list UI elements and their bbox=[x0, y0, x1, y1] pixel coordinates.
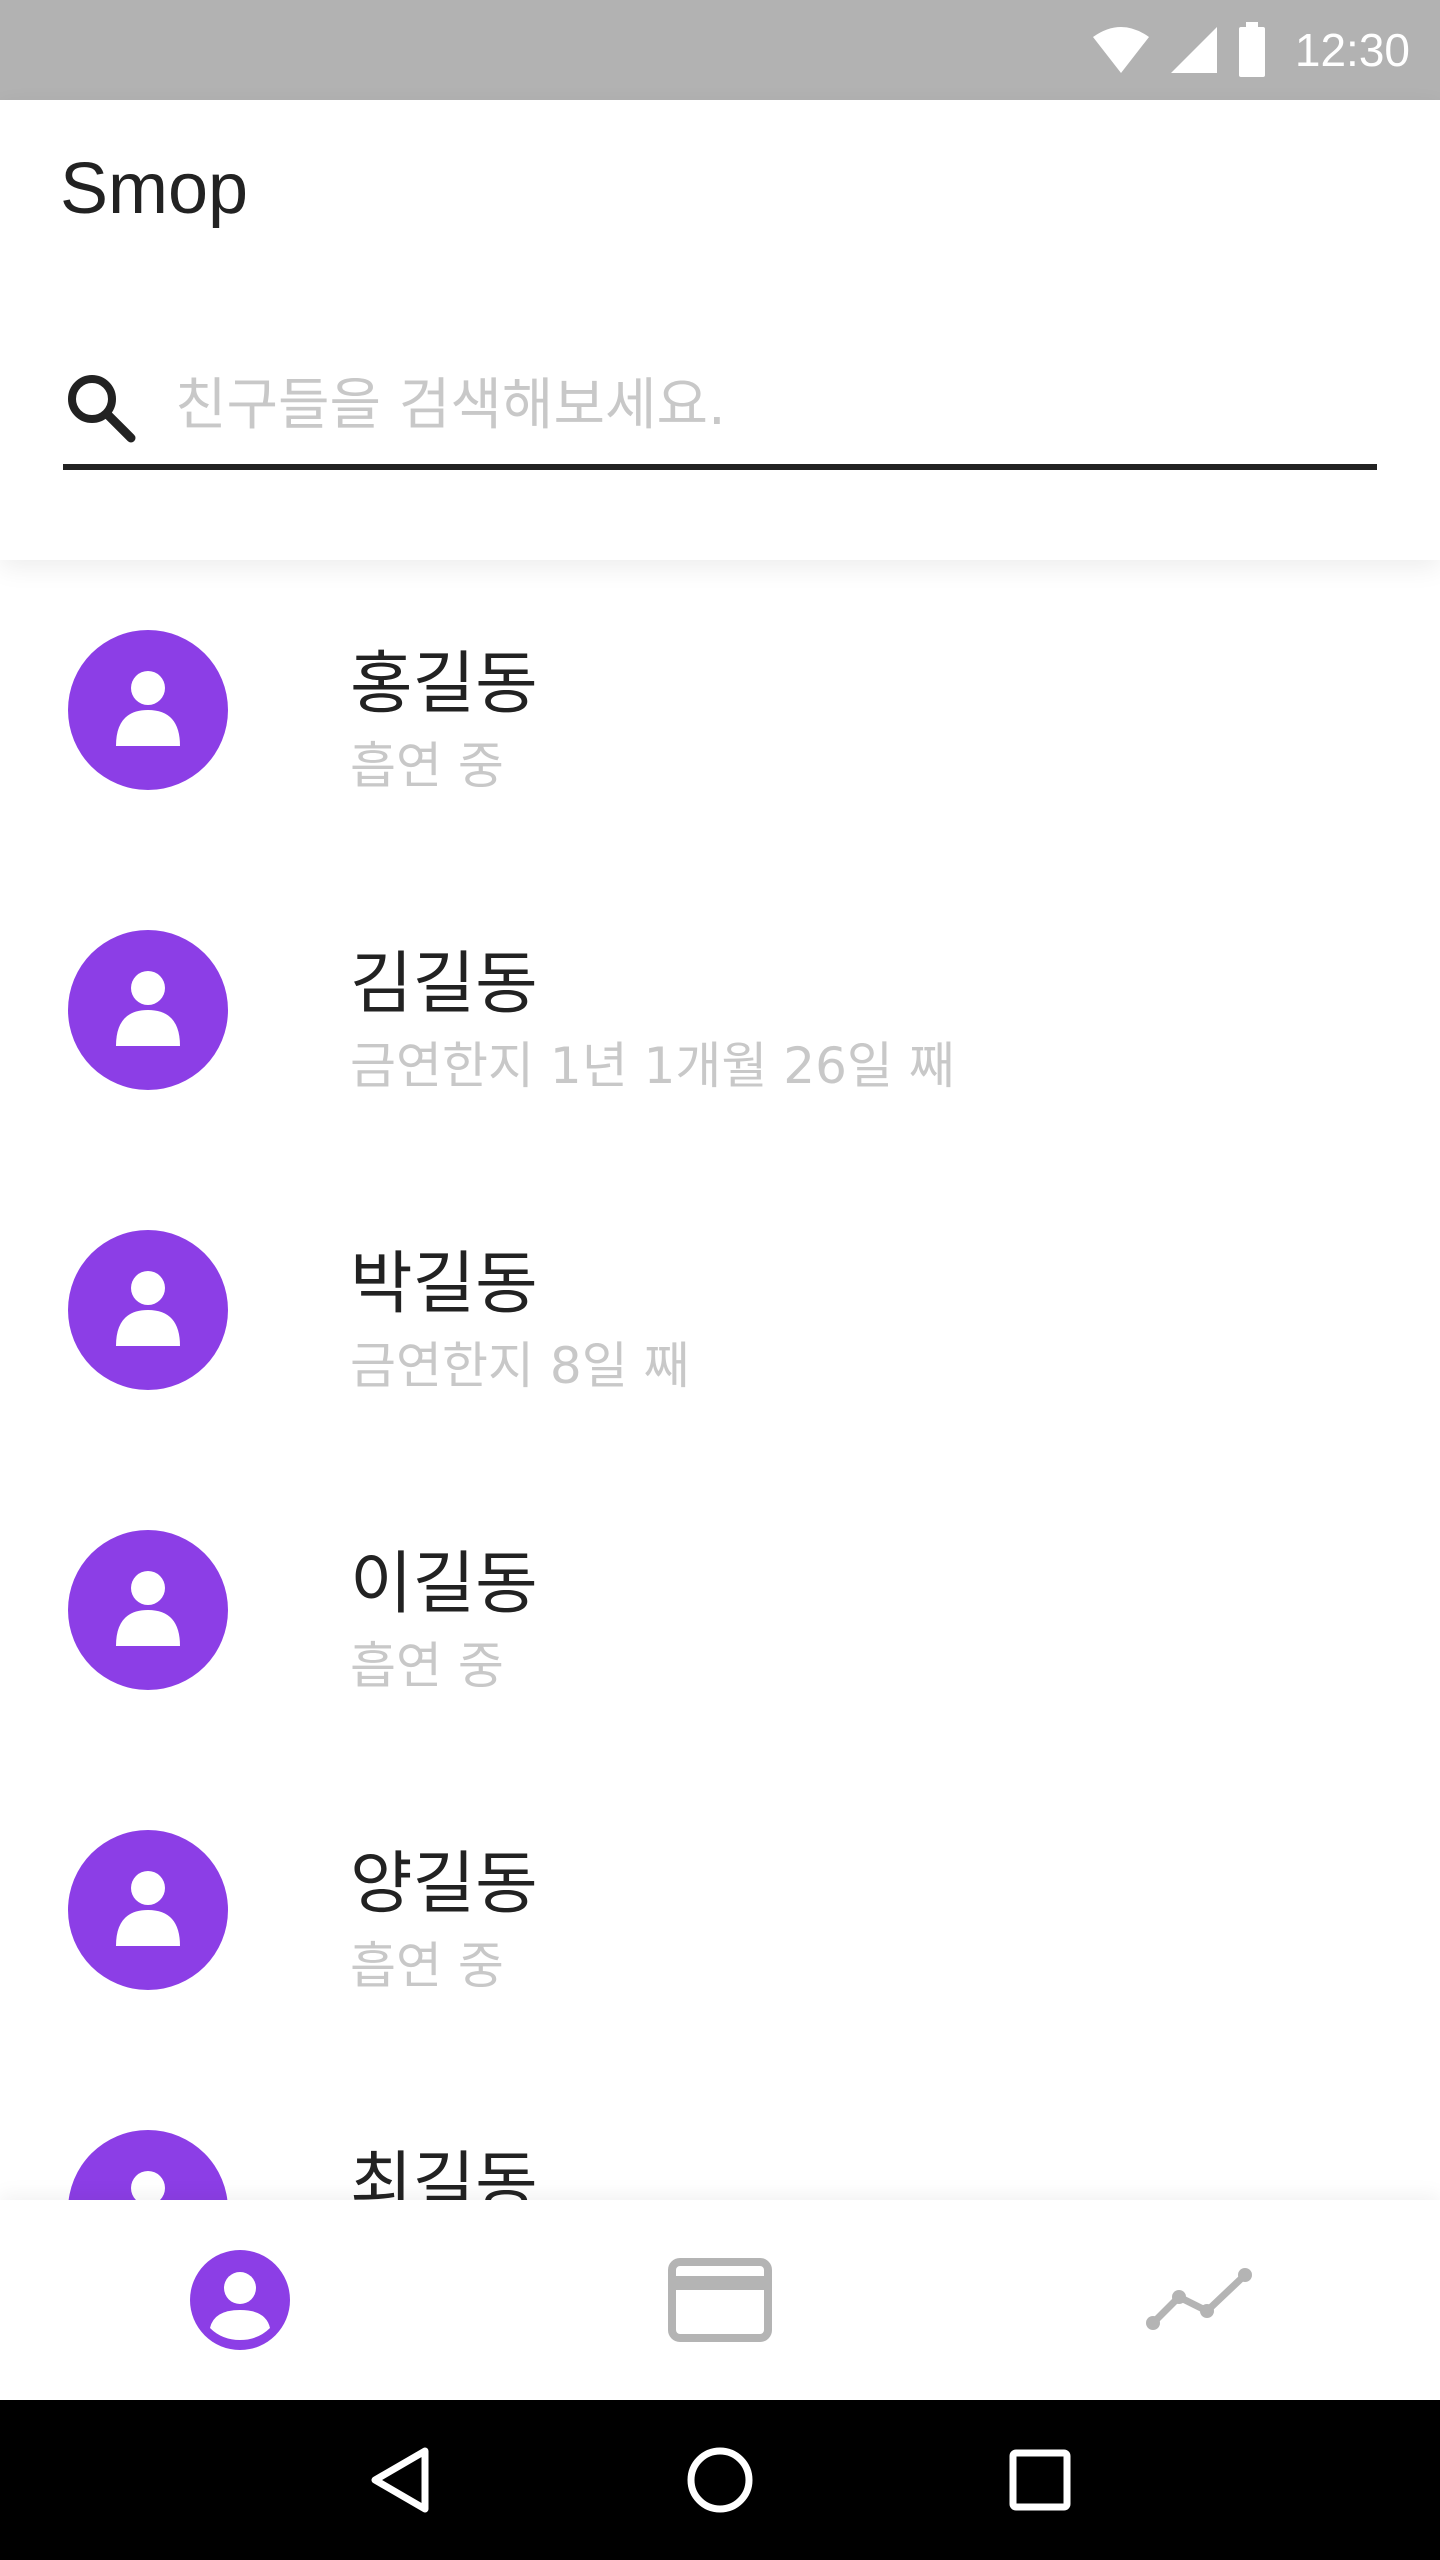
avatar bbox=[68, 930, 228, 1090]
search-icon[interactable] bbox=[63, 370, 137, 444]
friend-list-item[interactable]: 김길동 금연한지 1년 1개월 26일 째 bbox=[0, 860, 1440, 1160]
friend-name: 김길동 bbox=[350, 945, 538, 1024]
person-icon bbox=[116, 971, 180, 1046]
person-icon bbox=[116, 1271, 180, 1346]
card-icon[interactable] bbox=[668, 2258, 772, 2342]
battery-icon bbox=[1238, 22, 1265, 77]
friend-list-item[interactable]: 최길동 bbox=[0, 2060, 1440, 2200]
signal-icon bbox=[1170, 27, 1217, 73]
wifi-icon bbox=[1092, 27, 1149, 73]
status-bar: 12:30 bbox=[0, 0, 1440, 100]
nav-tab-friends[interactable] bbox=[0, 2200, 480, 2400]
nav-tab-stats[interactable] bbox=[960, 2200, 1440, 2400]
account-circle-icon[interactable] bbox=[188, 2248, 292, 2352]
friend-name: 양길동 bbox=[350, 1845, 538, 1924]
friend-list-item[interactable]: 이길동 흡연 중 bbox=[0, 1460, 1440, 1760]
search-input[interactable] bbox=[175, 360, 1355, 450]
friend-status: 금연한지 1년 1개월 26일 째 bbox=[350, 1037, 955, 1095]
back-icon[interactable] bbox=[365, 2445, 435, 2515]
status-time: 12:30 bbox=[1294, 24, 1410, 76]
friend-list-item[interactable]: 양길동 흡연 중 bbox=[0, 1760, 1440, 2060]
friend-name: 이길동 bbox=[350, 1545, 538, 1624]
recents-icon[interactable] bbox=[1005, 2445, 1075, 2515]
app-header: Smop bbox=[0, 100, 1440, 560]
avatar bbox=[68, 2130, 228, 2200]
person-icon bbox=[116, 1571, 180, 1646]
friend-status: 금연한지 8일 째 bbox=[350, 1337, 690, 1395]
friend-name: 홍길동 bbox=[350, 645, 538, 724]
avatar bbox=[68, 1830, 228, 1990]
system-navigation-bar bbox=[0, 2400, 1440, 2560]
friend-list-item[interactable]: 박길동 금연한지 8일 째 bbox=[0, 1160, 1440, 1460]
app-screen: 12:30 Smop 홍길동 흡연 중 bbox=[0, 0, 1440, 2560]
avatar bbox=[68, 1230, 228, 1390]
person-icon bbox=[131, 2171, 165, 2200]
friend-status: 흡연 중 bbox=[350, 1937, 504, 1995]
trending-chart-icon[interactable] bbox=[1145, 2265, 1255, 2335]
avatar bbox=[68, 630, 228, 790]
app-title: Smop bbox=[60, 149, 249, 229]
friend-status: 흡연 중 bbox=[350, 737, 504, 795]
friend-name: 박길동 bbox=[350, 1245, 538, 1324]
avatar bbox=[68, 1530, 228, 1690]
person-icon bbox=[116, 671, 180, 746]
person-icon bbox=[116, 1871, 180, 1946]
home-icon[interactable] bbox=[685, 2445, 755, 2515]
friend-list: 홍길동 흡연 중 김길동 금연한지 1년 1개월 26일 째 박길동 금연한지 bbox=[0, 560, 1440, 2200]
search-bar[interactable] bbox=[63, 340, 1377, 470]
bottom-navigation bbox=[0, 2200, 1440, 2400]
friend-name: 최길동 bbox=[350, 2145, 538, 2200]
friend-status: 흡연 중 bbox=[350, 1637, 504, 1695]
nav-tab-card[interactable] bbox=[480, 2200, 960, 2400]
friend-list-item[interactable]: 홍길동 흡연 중 bbox=[0, 560, 1440, 860]
